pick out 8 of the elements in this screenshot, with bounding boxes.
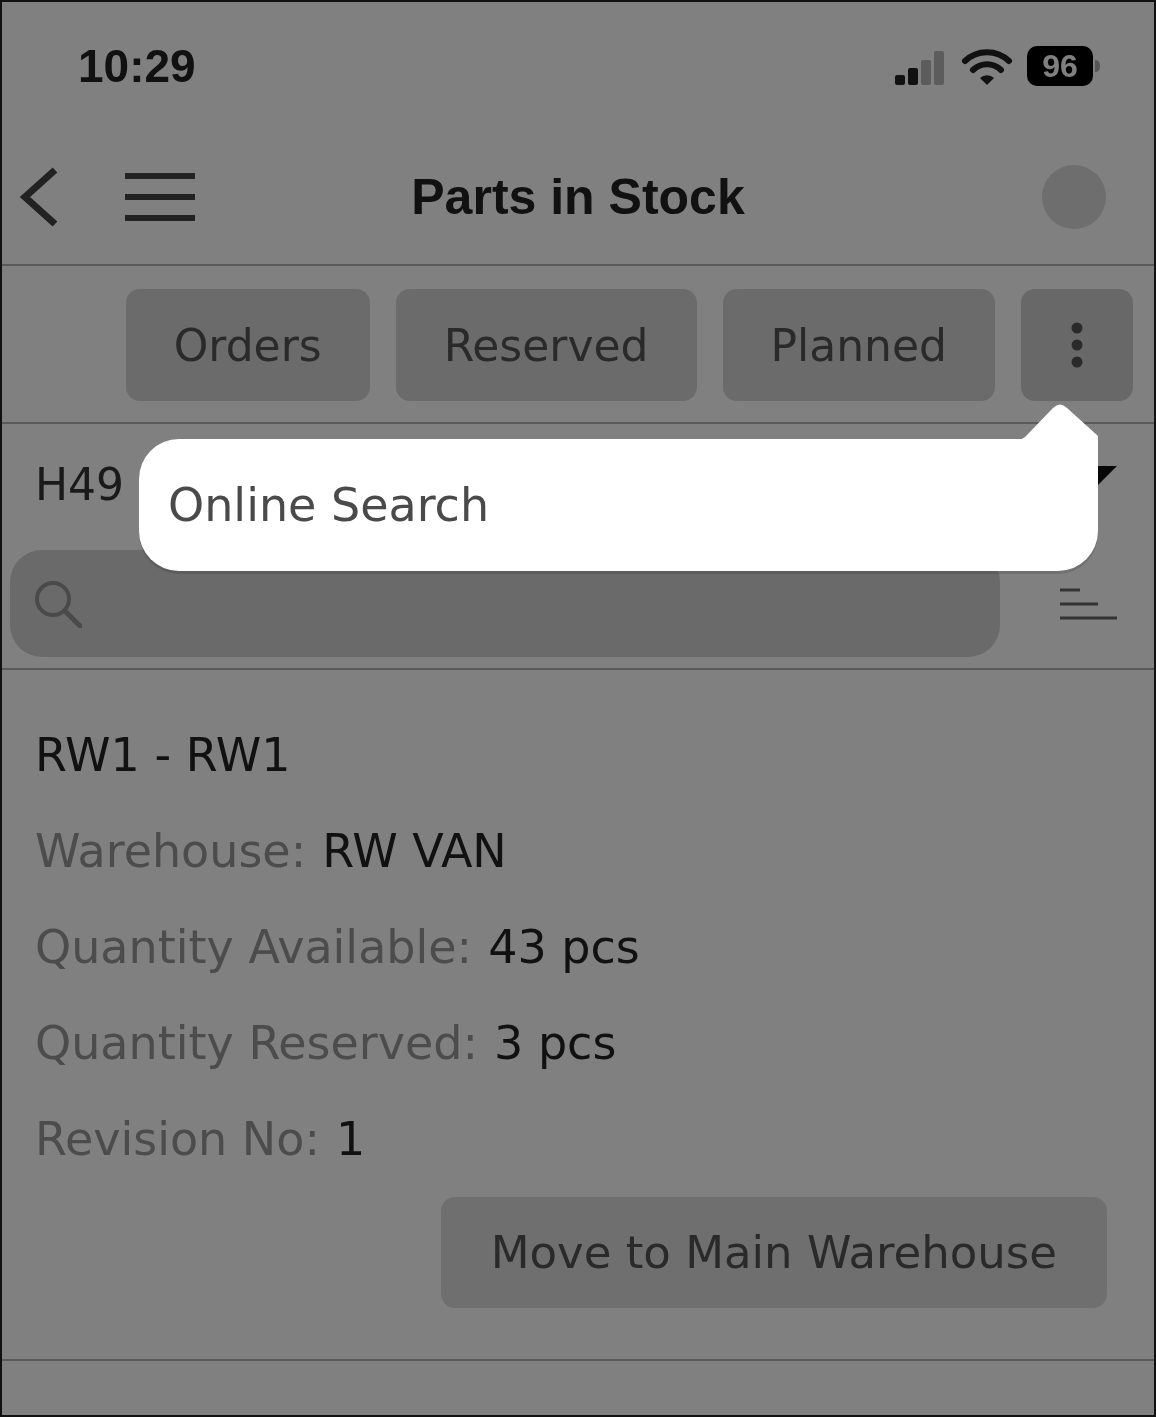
field-value: 1 [335, 1111, 366, 1168]
page-title: Parts in Stock [411, 168, 745, 226]
status-time: 10:29 [78, 39, 196, 93]
item-title: RW1 - RW1 [35, 727, 292, 784]
field-value: 43 pcs [488, 919, 640, 976]
field-value: RW VAN [322, 823, 507, 880]
battery-level: 96 [1027, 46, 1093, 86]
field-value: 3 pcs [494, 1015, 617, 1072]
